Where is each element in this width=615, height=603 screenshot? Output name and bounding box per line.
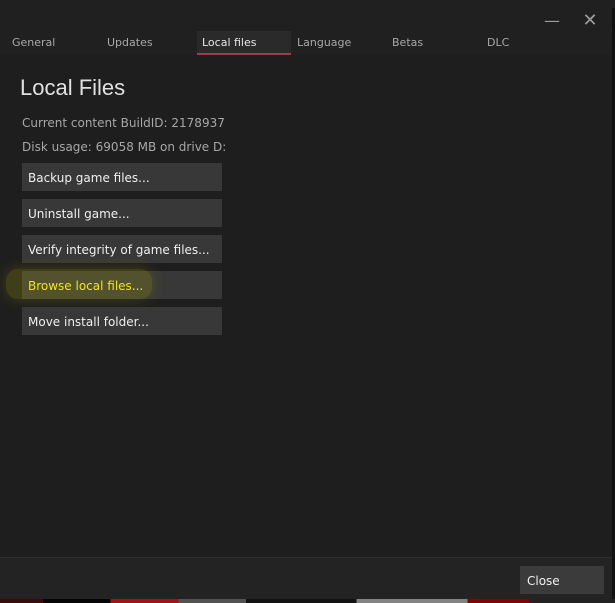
build-id-text: Current content BuildID: 2178937	[22, 116, 225, 130]
background-strip	[0, 599, 615, 603]
page-title: Local Files	[20, 75, 126, 100]
verify-integrity-button[interactable]: Verify integrity of game files...	[22, 235, 222, 263]
backup-game-files-button[interactable]: Backup game files...	[22, 163, 222, 191]
top-strip	[0, 0, 615, 8]
disk-usage-text: Disk usage: 69058 MB on drive D:	[22, 140, 227, 154]
tab-updates[interactable]: Updates	[107, 31, 192, 55]
uninstall-game-button[interactable]: Uninstall game...	[22, 199, 222, 227]
tab-language[interactable]: Language	[297, 31, 377, 55]
close-button[interactable]: Close	[520, 566, 604, 594]
move-install-folder-button[interactable]: Move install folder...	[22, 307, 222, 335]
tab-dlc[interactable]: DLC	[487, 31, 567, 55]
local-files-dialog: — ✕ General Updates Local files Language…	[0, 0, 612, 603]
local-files-content: Local Files Current content BuildID: 217…	[0, 55, 612, 557]
tab-betas[interactable]: Betas	[392, 31, 472, 55]
minimize-icon[interactable]: —	[541, 10, 563, 32]
tab-general[interactable]: General	[12, 31, 92, 55]
browse-local-files-button[interactable]: Browse local files...	[6, 269, 222, 299]
close-icon[interactable]: ✕	[579, 10, 601, 32]
dialog-footer: Close	[0, 557, 612, 603]
tab-local-files[interactable]: Local files	[197, 31, 291, 55]
tab-bar: General Updates Local files Language Bet…	[0, 31, 612, 55]
